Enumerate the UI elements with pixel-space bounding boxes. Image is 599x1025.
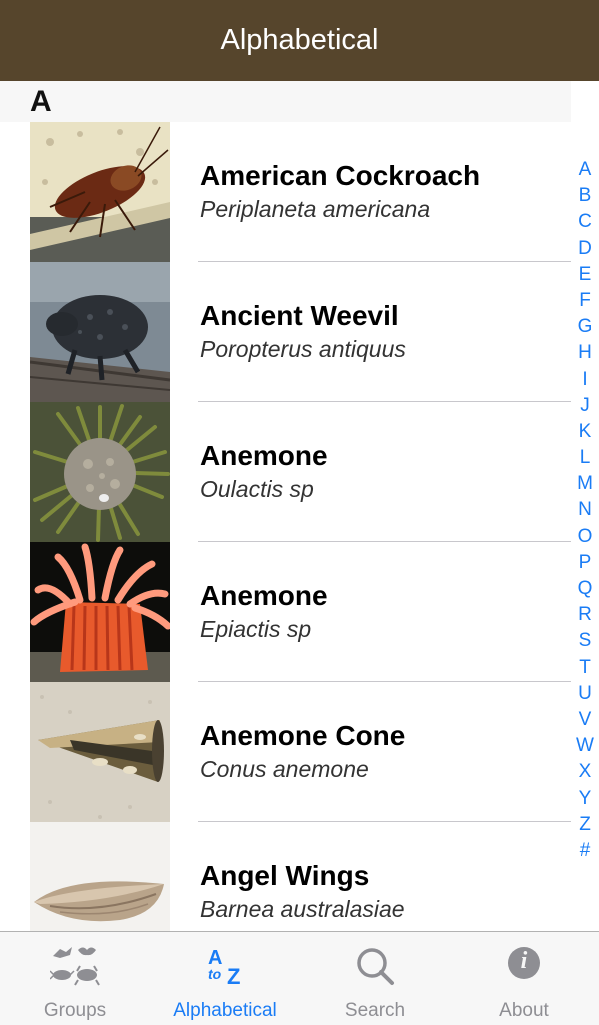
index-letter[interactable]: Q: [578, 576, 593, 602]
index-letter[interactable]: K: [579, 419, 592, 445]
species-thumbnail: [30, 122, 170, 262]
species-common-name: American Cockroach: [200, 160, 481, 191]
magnifier-icon: [350, 944, 400, 990]
tab-groups[interactable]: Groups: [0, 932, 150, 1025]
index-letter[interactable]: R: [578, 602, 592, 628]
species-common-name: Angel Wings: [200, 860, 370, 891]
list-item[interactable]: American Cockroach Periplaneta americana: [0, 122, 571, 262]
index-letter[interactable]: P: [579, 550, 592, 576]
index-letter[interactable]: C: [578, 209, 592, 235]
species-thumbnail: [30, 262, 170, 402]
species-scientific-name: Periplaneta americana: [200, 196, 431, 222]
tab-bar: Groups A to Z Alphabetical Search i Abou…: [0, 931, 599, 1025]
species-common-name: Anemone Cone: [200, 720, 406, 751]
list-item[interactable]: Anemone Cone Conus anemone: [0, 682, 571, 822]
index-letter[interactable]: N: [578, 497, 592, 523]
species-scientific-name: Oulactis sp: [200, 476, 314, 502]
species-list[interactable]: American Cockroach Periplaneta americana…: [0, 122, 571, 931]
list-item[interactable]: Anemone Oulactis sp: [0, 402, 571, 542]
tab-label: Alphabetical: [173, 1000, 277, 1021]
tab-label: About: [499, 1000, 549, 1021]
index-letter[interactable]: J: [580, 393, 590, 419]
index-letter[interactable]: M: [577, 471, 593, 497]
species-scientific-name: Conus anemone: [200, 756, 369, 782]
index-letter[interactable]: Z: [579, 812, 591, 838]
index-letter[interactable]: L: [580, 445, 591, 471]
list-item[interactable]: Anemone Epiactis sp: [0, 542, 571, 682]
species-scientific-name: Poropterus antiquus: [200, 336, 406, 362]
species-thumbnail: [30, 542, 170, 682]
section-header: A: [0, 81, 571, 122]
index-letter[interactable]: F: [579, 288, 591, 314]
list-item[interactable]: Ancient Weevil Poropterus antiquus: [0, 262, 571, 402]
species-thumbnail: [30, 822, 170, 931]
index-letter[interactable]: X: [579, 759, 592, 785]
species-thumbnail: [30, 402, 170, 542]
index-letter[interactable]: W: [576, 733, 594, 759]
tab-label: Search: [344, 1000, 406, 1021]
index-letter[interactable]: B: [579, 183, 592, 209]
species-thumbnail: [30, 682, 170, 822]
index-letter[interactable]: I: [582, 367, 587, 393]
index-letter[interactable]: H: [578, 340, 592, 366]
index-letter[interactable]: S: [579, 628, 592, 654]
species-scientific-name: Epiactis sp: [200, 616, 312, 642]
list-item[interactable]: Angel Wings Barnea australasiae: [0, 822, 571, 931]
index-letter[interactable]: #: [580, 838, 591, 864]
index-letter[interactable]: G: [578, 314, 593, 340]
species-common-name: Anemone: [200, 440, 328, 471]
index-letter[interactable]: T: [579, 655, 591, 681]
nav-title: Alphabetical: [220, 24, 379, 56]
a-to-z-icon-mid: to: [208, 966, 222, 982]
a-to-z-icon: A to Z: [200, 944, 250, 990]
species-scientific-name: Barnea australasiae: [200, 896, 405, 922]
index-letter[interactable]: Y: [579, 786, 592, 812]
tab-alphabetical[interactable]: A to Z Alphabetical: [150, 932, 300, 1025]
index-letter[interactable]: V: [579, 707, 592, 733]
index-letter[interactable]: O: [578, 524, 593, 550]
index-letter[interactable]: D: [578, 236, 592, 262]
index-letter[interactable]: A: [579, 157, 592, 183]
section-letter: A: [30, 85, 52, 118]
a-to-z-icon-bottom: Z: [227, 964, 241, 989]
animal-groups-icon: [49, 944, 100, 990]
index-letter[interactable]: U: [578, 681, 592, 707]
tab-about[interactable]: i About: [449, 932, 599, 1025]
species-common-name: Ancient Weevil: [200, 300, 399, 331]
info-icon: i: [499, 944, 549, 990]
tab-label: Groups: [43, 1000, 107, 1021]
info-icon-glyph: i: [520, 948, 528, 974]
section-index[interactable]: A B C D E F G H I J K L M N O P Q R S T U V W X Y Z #: [572, 157, 598, 864]
nav-bar: Alphabetical: [0, 0, 599, 81]
index-letter[interactable]: E: [579, 262, 592, 288]
species-common-name: Anemone: [200, 580, 328, 611]
tab-search[interactable]: Search: [300, 932, 450, 1025]
